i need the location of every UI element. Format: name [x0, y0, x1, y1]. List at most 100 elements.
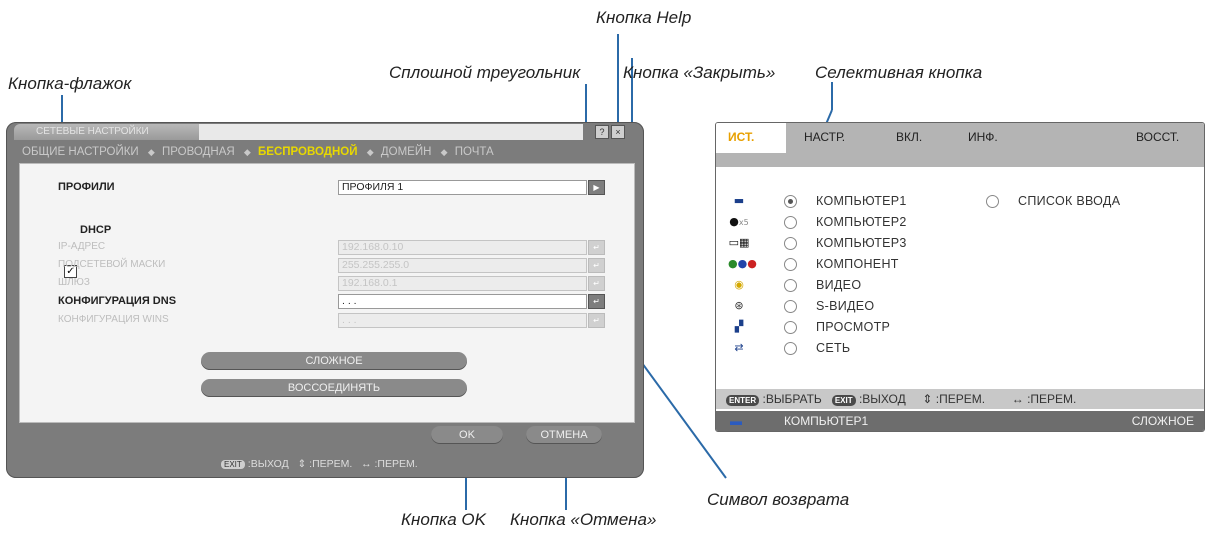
callout-help-button: Кнопка Help	[596, 8, 692, 27]
dialog-title: СЕТЕВЫЕ НАСТРОЙКИ	[14, 124, 221, 140]
status-advanced: СЛОЖНОЕ	[1131, 414, 1194, 428]
source-label: СЕТЬ	[816, 341, 851, 355]
source-item-network[interactable]: ⇄ СЕТЬ	[716, 339, 1016, 359]
s-video-icon: ⊛	[734, 299, 744, 312]
tab-source[interactable]: ИСТ.	[716, 123, 786, 153]
source-item-component[interactable]: ●●● КОМПОНЕНТ	[716, 255, 1016, 275]
tab-mail[interactable]: ПОЧТА	[455, 146, 494, 158]
dns-config-field[interactable]: . . .	[338, 294, 587, 309]
callout-cancel-button: Кнопка «Отмена»	[510, 510, 657, 529]
subnet-mask-field[interactable]: 255.255.255.0	[338, 258, 587, 273]
gateway-label: ШЛЮЗ	[58, 277, 90, 288]
help-button[interactable]: ?	[595, 125, 609, 139]
source-radio-s-video[interactable]	[784, 300, 797, 313]
tab-wireless[interactable]: БЕСПРОВОДНОЙ	[258, 146, 358, 158]
source-radio-network[interactable]	[784, 342, 797, 355]
source-radio-video[interactable]	[784, 279, 797, 292]
wins-config-label: КОНФИГУРАЦИЯ WINS	[58, 314, 169, 325]
dialog-title-bar	[199, 124, 583, 140]
dns-config-label: КОНФИГУРАЦИЯ DNS	[58, 295, 177, 307]
close-button[interactable]: ×	[611, 125, 625, 139]
source-label: КОМПЬЮТЕР2	[816, 215, 907, 229]
status-current-source: КОМПЬЮТЕР1	[784, 414, 869, 428]
enter-key-icon: ENTER	[726, 395, 760, 406]
tab-reset[interactable]: ВОССТ.	[1136, 123, 1179, 151]
callout-radio-button: Селективная кнопка	[815, 63, 983, 82]
source-radio-computer3[interactable]	[784, 237, 797, 250]
source-label: ВИДЕО	[816, 278, 862, 292]
tab-domain[interactable]: ДОМЕЙН	[381, 146, 432, 158]
source-label: КОМПОНЕНТ	[816, 257, 899, 271]
ip-address-field[interactable]: 192.168.0.10	[338, 240, 587, 255]
tab-separator-icon: ◆	[147, 147, 155, 157]
video-icon: ◉	[734, 278, 744, 291]
profiles-field[interactable]: ПРОФИЛЯ 1	[338, 180, 587, 195]
tab-separator-icon: ◆	[243, 147, 251, 157]
footer-move-horizontal-text: ↔ :ПЕРЕМ.	[361, 458, 418, 470]
input-list-item[interactable]: СПИСОК ВВОДА	[948, 192, 1198, 212]
return-symbol-icon[interactable]: ↵	[588, 313, 605, 328]
ip-address-label: IP-АДРЕС	[58, 241, 106, 252]
source-item-computer2[interactable]: ●x5 КОМПЬЮТЕР2	[716, 213, 1016, 233]
source-list: ▬ КОМПЬЮТЕР1 ●x5 КОМПЬЮТЕР2 ▭▦ КОМПЬЮТЕР…	[716, 167, 1204, 389]
source-label: ПРОСМОТР	[816, 320, 891, 334]
source-label: КОМПЬЮТЕР3	[816, 236, 907, 250]
profiles-label: ПРОФИЛИ	[58, 181, 115, 193]
tab-separator-icon: ◆	[440, 147, 448, 157]
dialog-footer-help: EXIT:ВЫХОД ⇕ :ПЕРЕМ. ↔ :ПЕРЕМ.	[221, 458, 418, 470]
menu-status-bar: ▬ КОМПЬЮТЕР1 СЛОЖНОЕ	[716, 411, 1204, 431]
dialog-panel: ПРОФИЛИ ПРОФИЛЯ 1 ▶ ✓ DHCP IP-АДРЕС 192.…	[19, 163, 635, 423]
footer-move-vertical-text: ⇕ :ПЕРЕМ.	[297, 458, 353, 470]
computer-5bnc-icon: ●x5	[729, 215, 749, 228]
advanced-button[interactable]: СЛОЖНОЕ	[201, 352, 467, 370]
help-move-horizontal-text: ↔ :ПЕРЕМ.	[1011, 392, 1077, 406]
callout-return-symbol: Символ возврата	[707, 490, 850, 509]
help-select-text: :ВЫБРАТЬ	[762, 392, 822, 406]
source-label: S-ВИДЕО	[816, 299, 875, 313]
return-symbol-icon[interactable]: ↵	[588, 294, 605, 309]
dhcp-label: DHCP	[80, 224, 112, 236]
tab-info[interactable]: ИНФ.	[968, 123, 998, 151]
network-settings-dialog: СЕТЕВЫЕ НАСТРОЙКИ ? × ОБЩИЕ НАСТРОЙКИ ◆ …	[6, 122, 644, 478]
tab-adjust[interactable]: НАСТР.	[804, 123, 845, 151]
exit-key-icon: EXIT	[831, 395, 856, 406]
source-item-computer3[interactable]: ▭▦ КОМПЬЮТЕР3	[716, 234, 1016, 254]
source-radio-viewer[interactable]	[784, 321, 797, 334]
callout-solid-triangle: Сплошной треугольник	[389, 63, 581, 82]
input-list-label: СПИСОК ВВОДА	[1018, 194, 1121, 208]
callout-ok-button: Кнопка OK	[401, 510, 486, 529]
subnet-mask-label: ПОДСЕТЕВОЙ МАСКИ	[58, 259, 166, 270]
source-radio-computer2[interactable]	[784, 216, 797, 229]
input-list-radio[interactable]	[986, 195, 999, 208]
return-symbol-icon[interactable]: ↵	[588, 258, 605, 273]
return-symbol-icon[interactable]: ↵	[588, 240, 605, 255]
callout-checkbox: Кнопка-флажок	[8, 74, 132, 93]
tab-setup[interactable]: ВКЛ.	[896, 123, 922, 151]
reconnect-button[interactable]: ВОССОЕДИНЯТЬ	[201, 379, 467, 397]
network-icon: ⇄	[734, 341, 744, 354]
source-item-video[interactable]: ◉ ВИДЕО	[716, 276, 1016, 296]
dvi-icon: ▭▦	[728, 236, 750, 249]
footer-exit-text: :ВЫХОД	[247, 458, 289, 470]
ok-button[interactable]: OK	[431, 426, 503, 444]
viewer-icon: ▞	[734, 320, 744, 333]
menu-help-bar: ENTER :ВЫБРАТЬ EXIT :ВЫХОД ⇕ :ПЕРЕМ. ↔ :…	[716, 389, 1204, 409]
source-radio-computer1[interactable]	[784, 195, 797, 208]
solid-triangle-icon[interactable]: ▶	[588, 180, 605, 195]
return-symbol-icon[interactable]: ↵	[588, 276, 605, 291]
exit-key-icon: EXIT	[221, 460, 245, 469]
wins-config-field[interactable]: . . .	[338, 313, 587, 328]
dialog-tab-bar: ОБЩИЕ НАСТРОЙКИ ◆ ПРОВОДНАЯ ◆ БЕСПРОВОДН…	[22, 144, 500, 160]
cancel-button[interactable]: ОТМЕНА	[526, 426, 602, 444]
computer-icon: ▬	[733, 194, 745, 207]
menu-tab-bar: ИСТ. НАСТР. ВКЛ. ИНФ. ВОССТ.	[716, 123, 1204, 167]
tab-wired[interactable]: ПРОВОДНАЯ	[162, 146, 235, 158]
tab-general[interactable]: ОБЩИЕ НАСТРОЙКИ	[22, 146, 139, 158]
source-item-viewer[interactable]: ▞ ПРОСМОТР	[716, 318, 1016, 338]
source-menu: ИСТ. НАСТР. ВКЛ. ИНФ. ВОССТ. ▬ КОМПЬЮТЕР…	[715, 122, 1205, 432]
help-move-vertical-text: ⇕ :ПЕРЕМ.	[922, 392, 986, 406]
source-item-s-video[interactable]: ⊛ S-ВИДЕО	[716, 297, 1016, 317]
help-exit-text: :ВЫХОД	[858, 392, 906, 406]
gateway-field[interactable]: 192.168.0.1	[338, 276, 587, 291]
source-radio-component[interactable]	[784, 258, 797, 271]
